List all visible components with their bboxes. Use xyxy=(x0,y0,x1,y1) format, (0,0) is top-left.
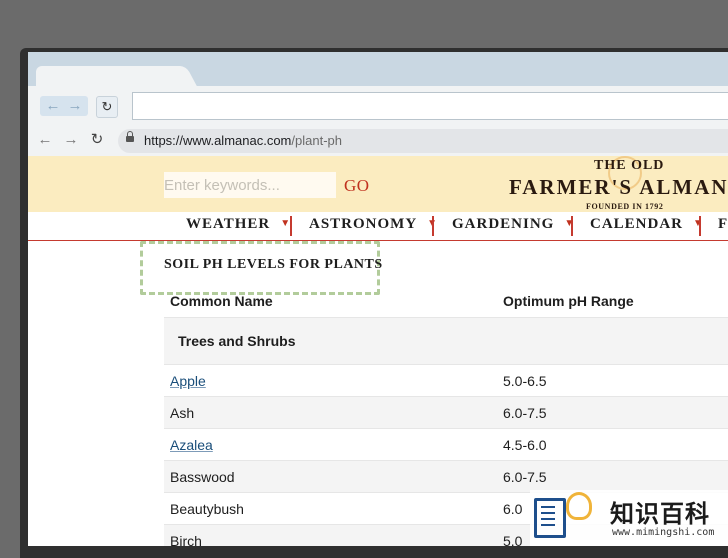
nav-divider xyxy=(699,216,701,236)
main-nav: WEATHER▼ ASTRONOMY▼ GARDENING ▼ CALENDAR▼… xyxy=(28,212,728,241)
table-row: Azalea 4.5-6.0 xyxy=(164,429,728,461)
nav-divider xyxy=(290,216,292,236)
address-bar-row: ← → ↻ https://www.almanac.com/plant-ph xyxy=(28,126,728,157)
nav-label: WEATHER xyxy=(186,216,271,232)
reload-icon[interactable]: ↻ xyxy=(88,131,106,149)
site-header: GO THE OLD FARMER'S ALMANAC FOUNDED IN 1… xyxy=(28,156,728,213)
nav-label: ASTRONOMY xyxy=(309,216,418,232)
top-address-field[interactable] xyxy=(132,92,728,120)
watermark-url: www.mimingshi.com xyxy=(612,527,715,538)
nav-button-group: ← → xyxy=(40,96,88,116)
group-row: Trees and Shrubs xyxy=(164,318,728,365)
forward-arrow-icon[interactable]: → xyxy=(62,131,80,149)
plant-link[interactable]: Apple xyxy=(170,373,206,389)
plant-link[interactable]: Azalea xyxy=(170,437,213,453)
nav-weather[interactable]: WEATHER ▼ xyxy=(186,216,291,236)
nav-astronomy[interactable]: ASTRONOMY▼ xyxy=(309,216,438,236)
search-input[interactable] xyxy=(164,172,336,198)
group-label: Trees and Shrubs xyxy=(178,333,296,349)
logo-top-text: THE OLD xyxy=(594,158,665,173)
site-logo[interactable]: FARMER'S ALMANAC xyxy=(509,175,728,200)
url-host: https://www.almanac.com xyxy=(144,133,292,148)
back-arrow-icon[interactable]: ← xyxy=(36,131,54,149)
url-bar[interactable]: https://www.almanac.com/plant-ph xyxy=(118,129,728,153)
nav-label: FO xyxy=(718,216,728,232)
plant-name: Beautybush xyxy=(170,501,244,517)
plant-name: Ash xyxy=(170,405,195,421)
url-path: /plant-ph xyxy=(291,133,342,148)
forward-arrow-icon[interactable]: → xyxy=(64,96,86,116)
ph-range: 6.0-7.5 xyxy=(503,405,547,421)
plant-name: Basswood xyxy=(170,469,235,485)
book-icon xyxy=(534,498,566,538)
nav-divider xyxy=(432,216,434,236)
back-arrow-icon[interactable]: ← xyxy=(42,96,64,116)
nav-calendar[interactable]: CALENDAR▼ xyxy=(590,216,704,236)
table-row: Apple 5.0-6.5 xyxy=(164,365,728,397)
nav-label: CALENDAR xyxy=(590,216,684,232)
nav-divider xyxy=(571,216,573,236)
caret-down-icon: ▼ xyxy=(564,218,576,229)
column-header: Optimum pH Range xyxy=(503,293,634,309)
ph-range: 4.5-6.0 xyxy=(503,437,547,453)
url-text: https://www.almanac.com/plant-ph xyxy=(144,133,342,148)
plant-name: Birch xyxy=(170,533,202,546)
logo-founded-text: FOUNDED IN 1792 xyxy=(586,202,664,211)
table-header-row: Common Name Optimum pH Range xyxy=(164,285,728,318)
ph-range: 5.0-6.5 xyxy=(503,373,547,389)
table-row: Ash 6.0-7.5 xyxy=(164,397,728,429)
go-button[interactable]: GO xyxy=(344,176,370,196)
tab-strip xyxy=(28,52,728,88)
browser-window: ← → ↻ ← → ↻ https://www.almanac.com/plan… xyxy=(28,52,728,546)
nav-gardening[interactable]: GARDENING ▼ xyxy=(452,216,575,236)
page-title: SOIL PH LEVELS FOR PLANTS xyxy=(164,257,383,272)
ph-range: 6.0-7.5 xyxy=(503,469,547,485)
lock-icon xyxy=(126,131,134,142)
watermark-title: 知识百科 xyxy=(610,500,710,528)
browser-tab[interactable] xyxy=(36,66,182,88)
table-row: Basswood 6.0-7.5 xyxy=(164,461,728,493)
nav-label: GARDENING xyxy=(452,216,555,232)
lightbulb-icon xyxy=(566,492,592,520)
reload-icon[interactable]: ↻ xyxy=(96,96,118,118)
nav-food[interactable]: FO xyxy=(718,216,728,236)
ph-range: 5.0 xyxy=(503,533,523,546)
column-header: Common Name xyxy=(170,293,273,309)
ph-range: 6.0 xyxy=(503,501,523,517)
